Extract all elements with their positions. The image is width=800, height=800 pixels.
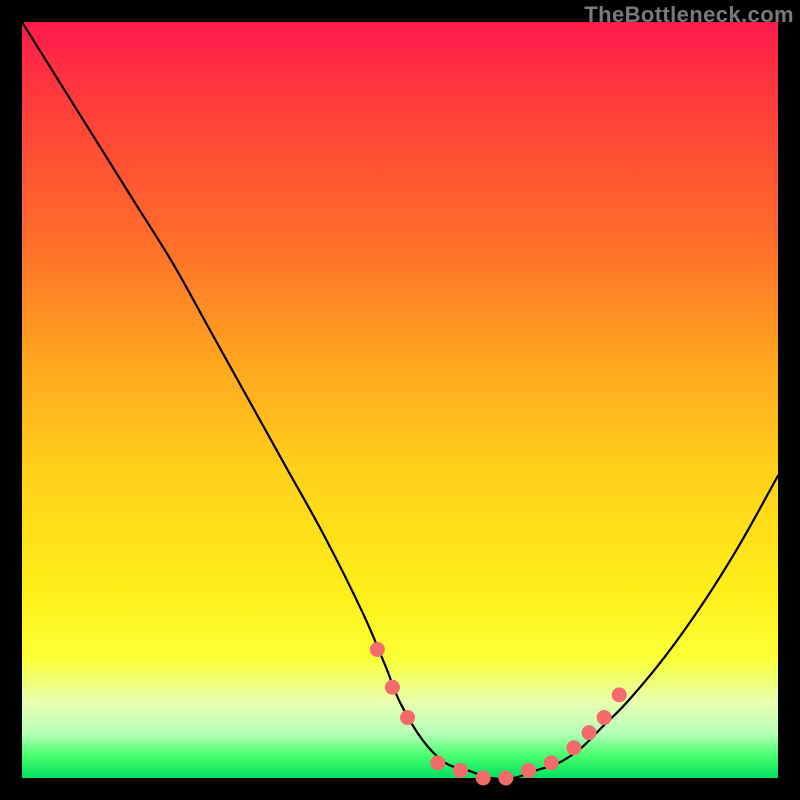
- chart-frame: TheBottleneck.com: [0, 0, 800, 800]
- plot-area: [22, 22, 778, 778]
- highlight-dot: [566, 740, 581, 755]
- highlight-dot: [400, 710, 415, 725]
- bottleneck-curve: [22, 22, 778, 779]
- highlight-dot: [370, 642, 385, 657]
- highlight-dot: [385, 680, 400, 695]
- highlight-dot: [476, 771, 491, 786]
- highlight-dot: [430, 755, 445, 770]
- highlight-dot: [582, 725, 597, 740]
- highlight-dot: [498, 771, 513, 786]
- highlight-dot: [597, 710, 612, 725]
- highlight-dots: [370, 642, 627, 786]
- curve-svg: [22, 22, 778, 778]
- highlight-dot: [453, 763, 468, 778]
- highlight-dot: [612, 687, 627, 702]
- highlight-dot: [521, 763, 536, 778]
- highlight-dot: [544, 755, 559, 770]
